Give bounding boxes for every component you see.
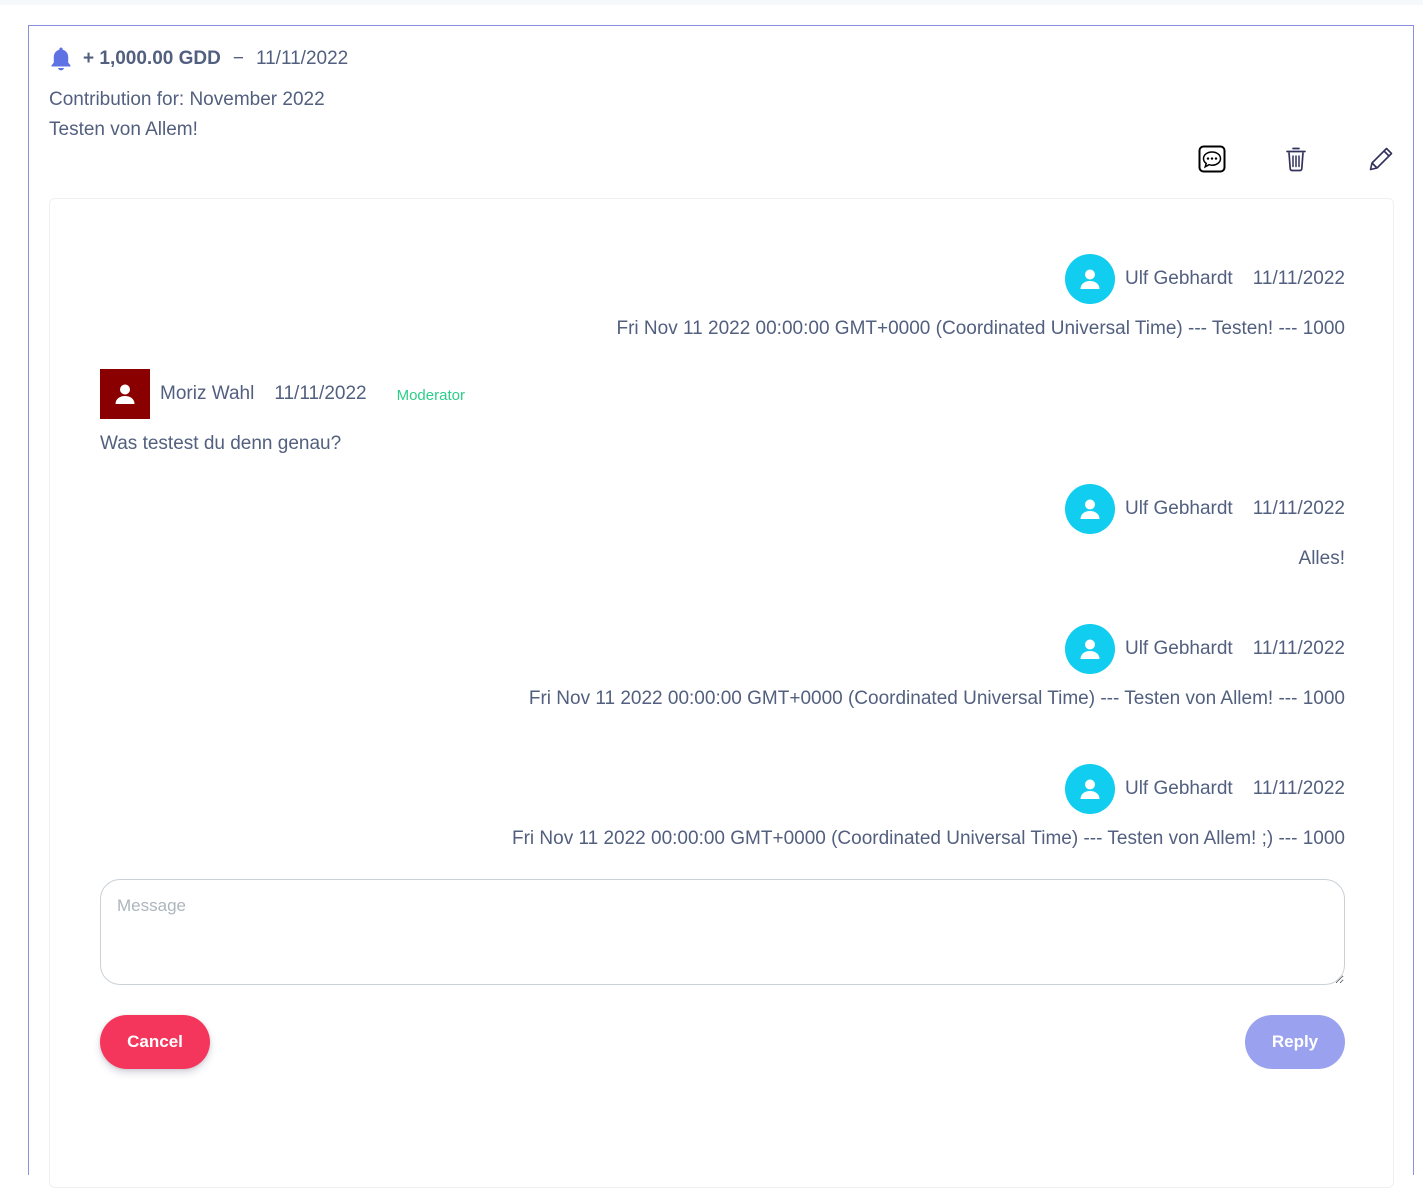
avatar xyxy=(1064,624,1115,674)
contribution-date: 11/11/2022 xyxy=(255,48,349,69)
message-author: Moriz Wahl xyxy=(160,383,255,404)
message-thread: Ulf Gebhardt 11/11/2022 Fri Nov 11 2022 … xyxy=(49,198,1394,1188)
message-date: 11/11/2022 xyxy=(1252,268,1345,289)
avatar xyxy=(1064,254,1115,304)
message-text: Fri Nov 11 2022 00:00:00 GMT+0000 (Coord… xyxy=(528,688,1345,709)
message-author: Ulf Gebhardt xyxy=(1124,498,1233,519)
top-strip xyxy=(0,0,1423,5)
message-item: Moriz Wahl 11/11/2022 Moderator Was test… xyxy=(100,369,1345,455)
contribution-header: + 1,000.00 GDD − 11/11/2022 xyxy=(49,46,348,72)
message-date: 11/11/2022 xyxy=(1252,778,1345,799)
message-input[interactable] xyxy=(100,879,1345,985)
message-author: Ulf Gebhardt xyxy=(1124,638,1233,659)
reply-button[interactable]: Reply xyxy=(1245,1015,1345,1069)
person-icon xyxy=(1080,269,1100,289)
message-header: Ulf Gebhardt 11/11/2022 xyxy=(100,254,1345,304)
trash-icon[interactable] xyxy=(1281,144,1311,174)
message-header: Ulf Gebhardt 11/11/2022 xyxy=(100,764,1345,814)
message-author: Ulf Gebhardt xyxy=(1124,778,1233,799)
message-author: Ulf Gebhardt xyxy=(1124,268,1233,289)
cancel-button[interactable]: Cancel xyxy=(100,1015,210,1069)
message-text: Fri Nov 11 2022 00:00:00 GMT+0000 (Coord… xyxy=(511,828,1345,849)
chat-dots-icon[interactable] xyxy=(1197,144,1227,174)
message-date: 11/11/2022 xyxy=(274,383,367,404)
avatar xyxy=(100,369,150,419)
bell-icon xyxy=(49,46,73,72)
message-text: Fri Nov 11 2022 00:00:00 GMT+0000 (Coord… xyxy=(616,318,1346,339)
message-item: Ulf Gebhardt 11/11/2022 Fri Nov 11 2022 … xyxy=(100,624,1345,710)
message-header: Ulf Gebhardt 11/11/2022 xyxy=(100,484,1345,534)
message-item: Ulf Gebhardt 11/11/2022 Alles! xyxy=(100,484,1345,570)
person-icon xyxy=(1080,639,1100,659)
avatar xyxy=(1064,764,1115,814)
contribution-memo: Testen von Allem! xyxy=(49,119,198,140)
message-date: 11/11/2022 xyxy=(1252,498,1345,519)
person-icon xyxy=(115,384,135,404)
message-header: Moriz Wahl 11/11/2022 Moderator xyxy=(100,369,1345,419)
message-item: Ulf Gebhardt 11/11/2022 Fri Nov 11 2022 … xyxy=(100,764,1345,850)
message-item: Ulf Gebhardt 11/11/2022 Fri Nov 11 2022 … xyxy=(100,254,1345,340)
contribution-amount: + 1,000.00 GDD xyxy=(83,48,221,69)
message-date: 11/11/2022 xyxy=(1252,638,1345,659)
pencil-icon[interactable] xyxy=(1366,144,1396,174)
message-text: Alles! xyxy=(1298,548,1345,569)
person-icon xyxy=(1080,779,1100,799)
message-header: Ulf Gebhardt 11/11/2022 xyxy=(100,624,1345,674)
contribution-for-line: Contribution for: November 2022 xyxy=(49,89,325,110)
header-separator: − xyxy=(232,48,244,69)
avatar xyxy=(1064,484,1115,534)
contribution-card: + 1,000.00 GDD − 11/11/2022 Contribution… xyxy=(28,25,1414,1188)
message-text: Was testest du denn genau? xyxy=(100,433,342,454)
moderator-badge: Moderator xyxy=(396,387,465,404)
person-icon xyxy=(1080,499,1100,519)
